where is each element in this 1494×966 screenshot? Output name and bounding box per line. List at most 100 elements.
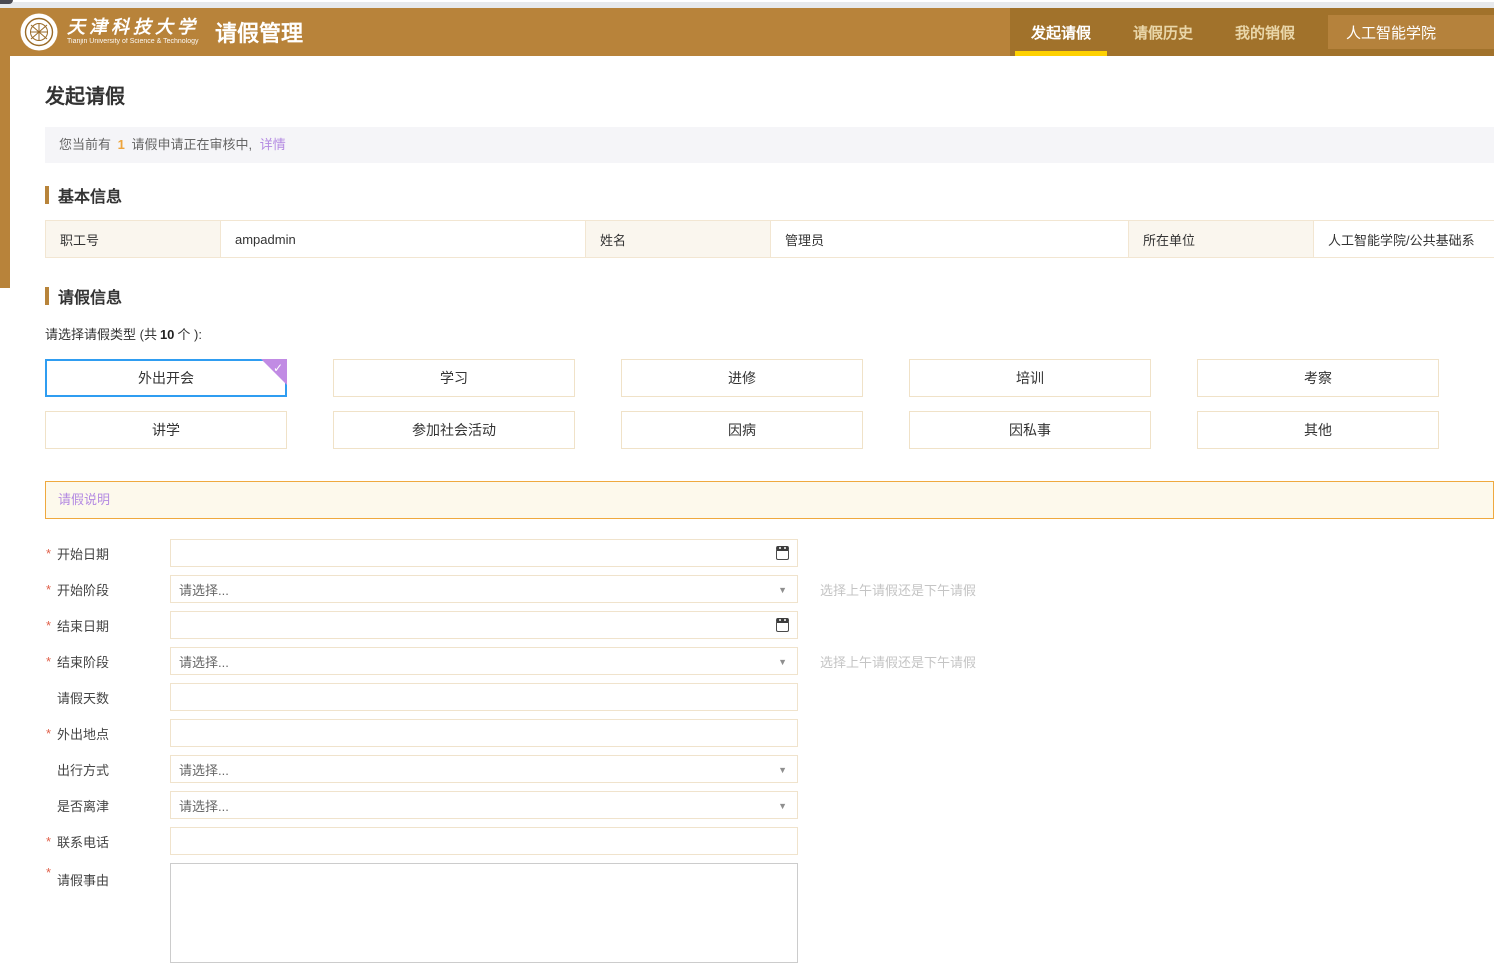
main-nav: 发起请假请假历史我的销假 人工智能学院 [1010,8,1494,56]
field-label-end-date: *结束日期 [45,616,170,635]
leave-type-label: 讲学 [152,420,180,440]
field-label-text: 是否离津 [57,799,109,814]
form-row-travel-mode: *出行方式请选择...▼ [45,755,1494,783]
leave-type-label: 培训 [1016,368,1044,388]
chevron-down-icon: ▼ [778,801,787,811]
field-label-leave-tianjin: *是否离津 [45,796,170,815]
leave-type-meeting[interactable]: 外出开会✓ [45,359,287,397]
section-leave-info: 请假信息 [45,284,1494,308]
notice-prefix: 您当前有 [59,137,111,152]
field-label-destination: *外出地点 [45,724,170,743]
select-placeholder: 请选择... [171,796,229,815]
field-wrap: 请选择...▼ [170,755,798,783]
field-wrap [170,863,798,966]
field-label-contact-phone: * 联系电话 [45,832,170,851]
field-wrap: 请选择...▼ [170,647,798,675]
select-placeholder: 请选择... [171,652,229,671]
end-date-input[interactable] [171,612,797,638]
field-wrap [170,611,798,639]
field-hint: 选择上午请假还是下午请假 [820,580,976,599]
content-area: 发起请假 您当前有 1 请假申请正在审核中, 详情 基本信息 职工号ampadm… [0,56,1494,917]
contact-phone-input[interactable] [171,828,797,854]
start-date-input[interactable] [171,540,797,566]
section-accent-bar [45,186,49,204]
section-basic-info: 基本信息 [45,183,1494,207]
pending-count-badge: 1 [118,137,125,152]
leave-type-label: 其他 [1304,420,1332,440]
info-value-name: 管理员 [771,221,1129,258]
leave-type-study[interactable]: 学习 [333,359,575,397]
leave-type-label: 因病 [728,420,756,440]
travel-mode-select[interactable]: 请选择...▼ [170,755,798,783]
leave-tianjin-select[interactable]: 请选择... ▼ [170,791,798,819]
leave-type-sickness[interactable]: 因病 [621,411,863,449]
leave-type-label: 考察 [1304,368,1332,388]
destination-field [170,719,798,747]
end-stage-select[interactable]: 请选择...▼ [170,647,798,675]
form-row-end-date: *结束日期 [45,611,1494,639]
field-label-text: 结束日期 [57,619,109,634]
calendar-icon[interactable] [776,618,789,632]
form-row-contact-phone: * 联系电话 [45,827,1494,855]
leave-type-social-activity[interactable]: 参加社会活动 [333,411,575,449]
chevron-down-icon: ▼ [778,585,787,595]
required-asterisk: * [46,582,51,597]
form-row-leave-reason: *请假事由 [45,863,1494,966]
nav-tabs: 发起请假请假历史我的销假 [1010,8,1316,56]
leave-days-field [170,683,798,711]
leave-type-prompt: 请选择请假类型 (共10个 ): [45,324,1494,343]
leave-type-lecturing[interactable]: 讲学 [45,411,287,449]
field-hint: 选择上午请假还是下午请假 [820,652,976,671]
browser-corner-artifact [0,0,13,4]
leave-type-label: 外出开会 [138,368,194,388]
start-stage-select[interactable]: 请选择... ▼ [170,575,798,603]
nav-tab-leave-history[interactable]: 请假历史 [1112,8,1214,56]
leave-type-personal[interactable]: 因私事 [909,411,1151,449]
details-link[interactable]: 详情 [260,137,286,152]
field-label-text: 请假事由 [57,873,109,888]
nav-tab-initiate-leave[interactable]: 发起请假 [1010,8,1112,56]
field-wrap [170,719,798,747]
leave-description-box[interactable]: 请假说明 [45,481,1494,519]
info-label-name: 姓名 [586,221,771,258]
field-label-end-stage: *结束阶段 [45,652,170,671]
select-placeholder: 请选择... [171,580,229,599]
leave-type-grid: 外出开会✓ 学习 进修 培训 考察讲学 参加社会活动 因病 因私事 其他 [45,359,1439,449]
field-label-text: 结束阶段 [57,655,109,670]
leave-type-other[interactable]: 其他 [1197,411,1439,449]
brand-block: 天津科技大学 Tianjin University of Science & T… [0,13,303,51]
info-value-staff-id: ampadmin [221,221,586,258]
select-placeholder: 请选择... [171,760,229,779]
calendar-icon[interactable] [776,546,789,560]
leave-form: *开始日期*开始阶段请选择...▼选择上午请假还是下午请假*结束日期*结束阶段请… [45,539,1494,966]
page-title: 发起请假 [45,80,1494,109]
contact-phone-field [170,827,798,855]
required-asterisk: * [46,834,51,849]
leave-type-label: 学习 [440,368,468,388]
field-label-text: 开始阶段 [57,583,109,598]
leave-type-training[interactable]: 培训 [909,359,1151,397]
leave-days-input[interactable] [171,684,797,710]
field-label-leave-days: *请假天数 [45,688,170,707]
field-label-travel-mode: *出行方式 [45,760,170,779]
nav-tab-my-cancel-leave[interactable]: 我的销假 [1214,8,1316,56]
field-label-text: 联系电话 [57,835,109,850]
notice-suffix: 请假申请正在审核中, [132,137,253,152]
app-header: 天津科技大学 Tianjin University of Science & T… [0,8,1494,56]
destination-input[interactable] [171,720,797,746]
field-label-text: 请假天数 [57,691,109,706]
leave-type-further-study[interactable]: 进修 [621,359,863,397]
field-label-leave-reason: *请假事由 [45,863,170,889]
info-label-staff-id: 职工号 [46,221,221,258]
notice-bar: 您当前有 1 请假申请正在审核中, 详情 [45,127,1494,163]
field-wrap [170,827,798,855]
leave-type-label: 参加社会活动 [412,420,496,440]
section-title: 请假信息 [58,284,122,308]
leave-type-inspection[interactable]: 考察 [1197,359,1439,397]
university-logo-icon [20,13,58,51]
user-org-menu[interactable]: 人工智能学院 [1328,15,1494,49]
section-accent-bar [45,287,49,305]
field-wrap: 请选择... ▼ [170,575,798,603]
university-name: 天津科技大学 Tianjin University of Science & T… [67,18,199,45]
leave-reason-textarea[interactable] [170,863,798,963]
